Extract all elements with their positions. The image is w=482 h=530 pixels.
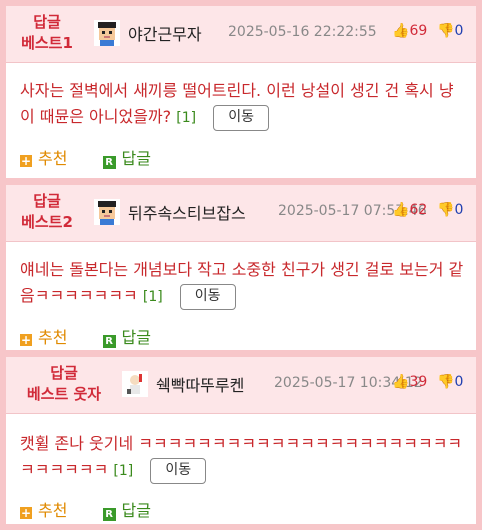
thumbs-down-icon: 👎 <box>437 202 455 218</box>
best-badge: 답글 베스트1 <box>21 13 73 52</box>
nickname[interactable]: 쉑빡따뚜루켄 <box>156 372 244 396</box>
move-button[interactable]: 이동 <box>213 104 269 131</box>
downvote[interactable]: 👎0 <box>437 202 463 218</box>
avatar[interactable] <box>122 371 148 397</box>
upvote[interactable]: 👍62 <box>392 202 427 218</box>
avatar[interactable] <box>94 199 120 225</box>
comment-text: 캣휠 존나 웃기네 ㅋㅋㅋㅋㅋㅋㅋㅋㅋㅋㅋㅋㅋㅋㅋㅋㅋㅋㅋㅋㅋㅋㅋㅋㅋㅋㅋㅋ <box>20 434 463 479</box>
comment-card: 답글 베스트1 야간근무자 2025-05-16 22:22:55 👍69 👎0… <box>6 6 476 178</box>
downvote[interactable]: 👎0 <box>437 374 463 390</box>
best-badge: 답글 베스트 웃자 <box>26 364 102 403</box>
thumbs-down-icon: 👎 <box>437 23 455 39</box>
move-button[interactable]: 이동 <box>179 283 236 310</box>
comment-actions: + 추천 R 답글 <box>20 497 151 521</box>
reply-icon: R <box>102 508 116 521</box>
reply-icon: R <box>102 335 116 348</box>
reply-count: [1] <box>142 289 163 305</box>
reply-button[interactable]: R 답글 <box>102 149 151 169</box>
reply-count: [1] <box>176 110 197 126</box>
comment-actions: + 추천 R 답글 <box>20 145 151 169</box>
comment-header: 답글 베스트2 뒤주속스티브잡스 2025-05-17 07:57:46 👍62 <box>6 185 476 242</box>
divider <box>6 178 476 185</box>
move-button[interactable]: 이동 <box>150 457 207 484</box>
avatar[interactable] <box>94 20 120 46</box>
comment-card: 답글 베스트2 뒤주속스티브잡스 2025-05-17 07:57:46 👍62 <box>6 185 476 350</box>
downvote[interactable]: 👎0 <box>437 23 463 39</box>
comment-body: 얘네는 돌본다는 개념보다 작고 소중한 친구가 생긴 걸로 보는거 같음ㅋㅋㅋ… <box>20 257 468 310</box>
reply-count: [1] <box>113 463 134 479</box>
reply-icon: R <box>102 156 116 169</box>
timestamp: 2025-05-16 22:22:55 <box>228 24 377 40</box>
upvote[interactable]: 👍69 <box>392 23 427 39</box>
recommend-button[interactable]: + 추천 <box>20 149 67 168</box>
comment-body: 캣휠 존나 웃기네 ㅋㅋㅋㅋㅋㅋㅋㅋㅋㅋㅋㅋㅋㅋㅋㅋㅋㅋㅋㅋㅋㅋㅋㅋㅋㅋㅋㅋ [… <box>20 431 468 484</box>
nickname[interactable]: 뒤주속스티브잡스 <box>128 200 246 224</box>
thumbs-up-icon: 👍 <box>392 202 410 218</box>
comment-card: 답글 베스트 웃자 쉑빡따뚜루켄 2025-05-17 10:34:12 👍39… <box>6 357 476 524</box>
nickname[interactable]: 야간근무자 <box>128 21 202 45</box>
recommend-button[interactable]: + 추천 <box>20 328 67 347</box>
comment-list: 답글 베스트1 야간근무자 2025-05-16 22:22:55 👍69 👎0… <box>6 6 476 524</box>
upvote[interactable]: 👍39 <box>392 374 427 390</box>
comment-actions: + 추천 R 답글 <box>20 324 151 348</box>
divider <box>6 350 476 357</box>
reply-button[interactable]: R 답글 <box>102 328 151 348</box>
plus-icon: + <box>20 506 32 520</box>
thumbs-up-icon: 👍 <box>392 374 410 390</box>
comment-text: 얘네는 돌본다는 개념보다 작고 소중한 친구가 생긴 걸로 보는거 같음ㅋㅋㅋ… <box>20 260 464 305</box>
comment-header: 답글 베스트 웃자 쉑빡따뚜루켄 2025-05-17 10:34:12 👍39… <box>6 357 476 414</box>
plus-icon: + <box>20 333 32 347</box>
comment-header: 답글 베스트1 야간근무자 2025-05-16 22:22:55 👍69 👎0 <box>6 6 476 63</box>
plus-icon: + <box>20 154 32 168</box>
thumbs-down-icon: 👎 <box>437 374 455 390</box>
recommend-button[interactable]: + 추천 <box>20 501 67 520</box>
comment-body: 사자는 절벽에서 새끼릉 떨어트린다. 이런 낭설이 생긴 건 혹시 냥이 때뮨… <box>20 78 468 131</box>
reply-button[interactable]: R 답글 <box>102 501 151 521</box>
thumbs-up-icon: 👍 <box>392 23 410 39</box>
best-badge: 답글 베스트2 <box>21 192 73 231</box>
